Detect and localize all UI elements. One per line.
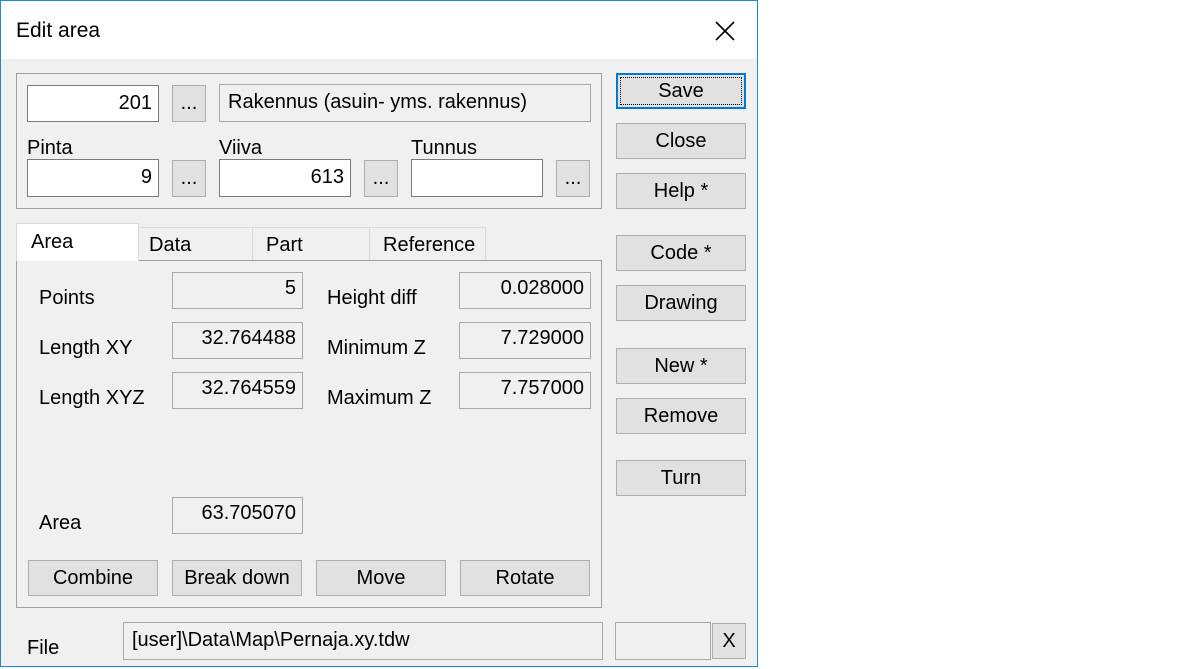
file-path-field: [user]\Data\Map\Pernaja.xy.tdw <box>123 622 603 660</box>
new-button[interactable]: New * <box>616 348 746 384</box>
maximum-z-value: 7.757000 <box>459 372 591 409</box>
move-button-label: Move <box>356 566 406 589</box>
title-bar: Edit area <box>1 1 757 59</box>
tab-data-label: Data <box>149 234 192 256</box>
pinta-input-value: 9 <box>140 166 152 188</box>
tab-data[interactable]: Data <box>138 227 253 261</box>
edit-area-dialog: Edit area 201 ... Rakennus (asuin- yms. … <box>0 0 758 667</box>
height-diff-label: Height diff <box>327 287 417 309</box>
code-input[interactable]: 201 <box>27 85 159 122</box>
viiva-browse-label: ... <box>372 167 390 189</box>
tab-area-label: Area <box>31 231 74 253</box>
break-down-button-label: Break down <box>184 566 290 589</box>
file-extra-field <box>615 622 711 660</box>
area-tab-panel <box>16 260 602 608</box>
length-xyz-value-text: 32.764559 <box>201 377 296 399</box>
pinta-input[interactable]: 9 <box>27 159 159 197</box>
tab-part[interactable]: Part <box>252 227 370 261</box>
viiva-label: Viiva <box>219 137 262 159</box>
viiva-input-value: 613 <box>310 166 344 188</box>
tab-reference[interactable]: Reference <box>369 227 486 261</box>
viiva-browse-button[interactable]: ... <box>364 160 398 197</box>
tunnus-input[interactable] <box>411 159 543 197</box>
file-label: File <box>27 637 60 659</box>
new-button-label: New * <box>654 354 708 377</box>
rotate-button[interactable]: Rotate <box>460 560 590 596</box>
close-button-label: Close <box>655 129 707 152</box>
maximum-z-label: Maximum Z <box>327 387 432 409</box>
pinta-browse-label: ... <box>180 167 198 189</box>
pinta-label: Pinta <box>27 137 73 159</box>
length-xy-value-text: 32.764488 <box>201 327 296 349</box>
height-diff-value: 0.028000 <box>459 272 591 309</box>
code-input-value: 201 <box>118 92 152 114</box>
file-path-text: [user]\Data\Map\Pernaja.xy.tdw <box>132 629 410 651</box>
length-xyz-value: 32.764559 <box>172 372 303 409</box>
tab-area[interactable]: Area <box>16 223 139 261</box>
code-description-field: Rakennus (asuin- yms. rakennus) <box>219 84 591 122</box>
drawing-button-label: Drawing <box>644 291 718 314</box>
points-value-text: 5 <box>284 277 296 299</box>
height-diff-value-text: 0.028000 <box>500 277 584 299</box>
minimum-z-label: Minimum Z <box>327 337 426 359</box>
save-button-label: Save <box>658 79 704 102</box>
window-title: Edit area <box>16 19 101 42</box>
help-button[interactable]: Help * <box>616 173 746 209</box>
break-down-button[interactable]: Break down <box>172 560 302 596</box>
save-button[interactable]: Save <box>616 73 746 109</box>
clear-file-button[interactable]: X <box>712 623 746 659</box>
help-button-label: Help * <box>653 179 709 202</box>
length-xyz-label: Length XYZ <box>39 387 145 409</box>
rotate-button-label: Rotate <box>495 566 555 589</box>
minimum-z-value: 7.729000 <box>459 322 591 359</box>
viiva-input[interactable]: 613 <box>219 159 351 197</box>
tunnus-browse-button[interactable]: ... <box>556 160 590 197</box>
area-value-text: 63.705070 <box>201 502 296 524</box>
code-button-label: Code * <box>650 241 712 264</box>
area-value: 63.705070 <box>172 497 303 534</box>
code-button[interactable]: Code * <box>616 235 746 271</box>
close-button[interactable]: Close <box>616 123 746 159</box>
length-xy-label: Length XY <box>39 337 133 359</box>
close-window-button[interactable] <box>701 9 749 53</box>
drawing-button[interactable]: Drawing <box>616 285 746 321</box>
code-browse-button[interactable]: ... <box>172 85 206 122</box>
move-button[interactable]: Move <box>316 560 446 596</box>
points-label: Points <box>39 287 95 309</box>
tab-reference-label: Reference <box>383 234 476 256</box>
code-description-text: Rakennus (asuin- yms. rakennus) <box>228 91 528 113</box>
turn-button-label: Turn <box>660 466 702 489</box>
tunnus-browse-label: ... <box>564 167 582 189</box>
combine-button-label: Combine <box>52 566 134 589</box>
length-xy-value: 32.764488 <box>172 322 303 359</box>
pinta-browse-button[interactable]: ... <box>172 160 206 197</box>
minimum-z-value-text: 7.729000 <box>500 327 584 349</box>
tab-part-label: Part <box>266 234 303 256</box>
remove-button[interactable]: Remove <box>616 398 746 434</box>
combine-button[interactable]: Combine <box>28 560 158 596</box>
points-value: 5 <box>172 272 303 309</box>
area-label: Area <box>39 512 82 534</box>
remove-button-label: Remove <box>643 404 719 427</box>
maximum-z-value-text: 7.757000 <box>500 377 584 399</box>
clear-file-button-label: X <box>722 629 736 652</box>
turn-button[interactable]: Turn <box>616 460 746 496</box>
code-browse-label: ... <box>180 92 198 114</box>
close-icon <box>715 21 735 41</box>
tunnus-label: Tunnus <box>411 137 477 159</box>
